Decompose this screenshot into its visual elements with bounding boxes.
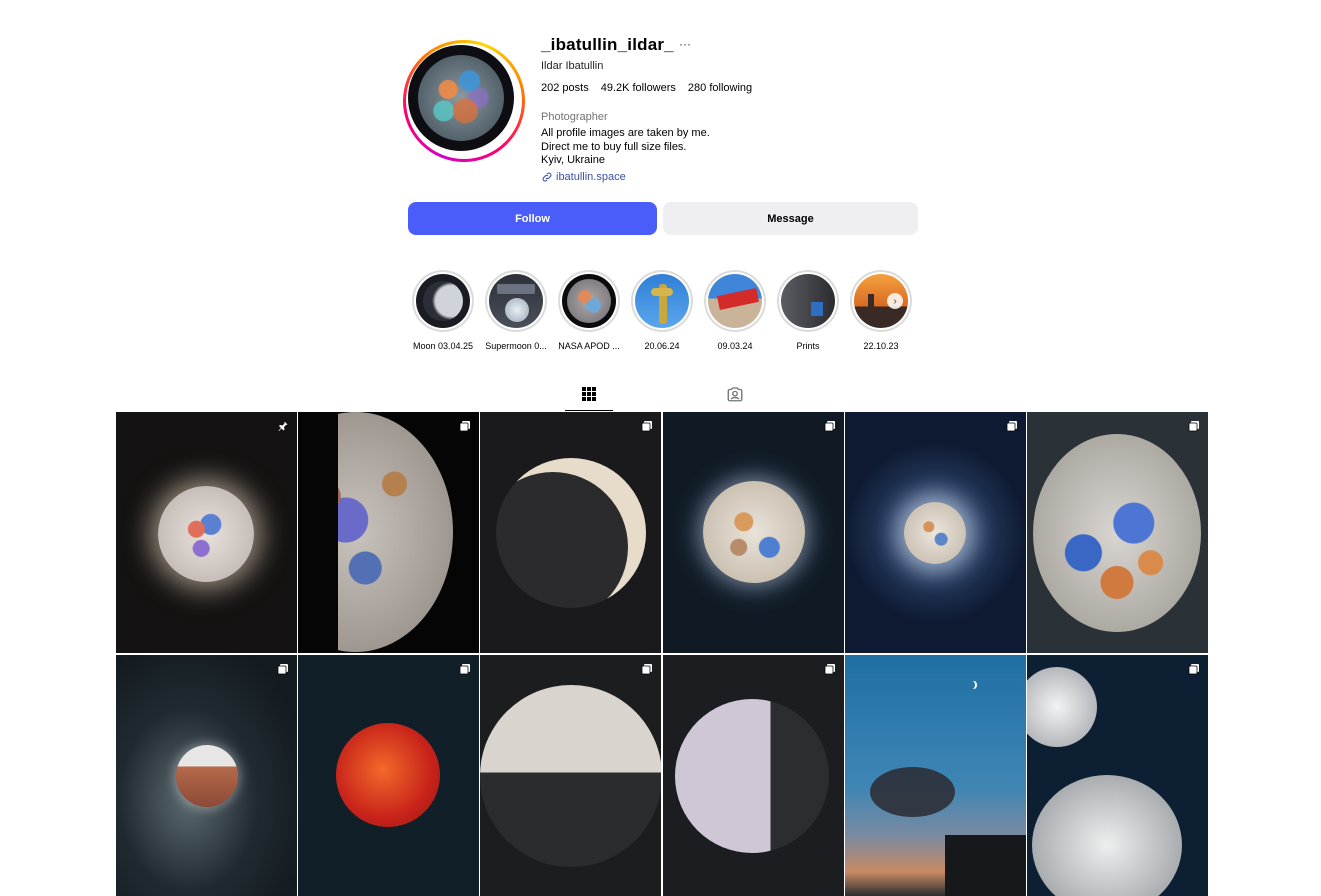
highlight-label: Moon 03.04.25	[412, 341, 474, 351]
carousel-icon	[459, 664, 471, 675]
highlight-label: 20.06.24	[644, 341, 680, 351]
follow-button[interactable]: Follow	[408, 202, 657, 235]
post-thumbnail[interactable]	[298, 412, 480, 653]
bio-line: Direct me to buy full size files.	[541, 140, 687, 153]
carousel-icon	[642, 664, 653, 675]
grid-icon	[582, 387, 596, 401]
highlight-label: 22.10.23	[863, 341, 899, 351]
post-thumbnail[interactable]	[298, 655, 480, 896]
highlight-label: Prints	[796, 341, 820, 351]
carousel-icon	[1188, 664, 1199, 675]
carousel-icon	[277, 664, 288, 675]
highlight-item[interactable]: Supermoon 0...	[485, 270, 547, 351]
tab-tagged[interactable]	[711, 382, 759, 412]
story-highlights: Moon 03.04.25 Supermoon 0... NASA APOD .…	[412, 270, 912, 351]
highlight-cover	[562, 274, 616, 328]
highlight-item[interactable]: 20.06.24	[631, 270, 693, 351]
bio-line: Kyiv, Ukraine	[541, 154, 605, 166]
profile-link-text: ibatullin.space	[556, 171, 626, 183]
post-thumbnail[interactable]	[1026, 655, 1208, 896]
chevron-right-icon[interactable]: ›	[887, 293, 903, 309]
profile-stats: 202 posts 49.2K followers 280 following	[541, 82, 752, 94]
post-thumbnail[interactable]	[116, 412, 297, 653]
carousel-icon	[459, 421, 471, 432]
more-options-icon[interactable]: ···	[679, 37, 691, 51]
profile-avatar[interactable]	[403, 40, 525, 162]
profile-full-name: Ildar Ibatullin	[541, 60, 604, 72]
post-thumbnail[interactable]	[1026, 412, 1208, 653]
posts-grid	[116, 412, 1208, 896]
highlight-cover	[708, 274, 762, 328]
carousel-icon	[824, 421, 835, 432]
post-thumbnail[interactable]	[662, 655, 844, 896]
pin-icon	[278, 421, 288, 431]
post-thumbnail[interactable]	[844, 655, 1026, 896]
avatar-image	[408, 45, 514, 151]
following-count[interactable]: 280 following	[688, 82, 752, 94]
carousel-icon	[824, 664, 835, 675]
link-icon	[542, 172, 552, 182]
post-thumbnail[interactable]	[480, 412, 662, 653]
post-thumbnail[interactable]	[844, 412, 1026, 653]
highlight-item[interactable]: Prints	[777, 270, 839, 351]
message-button[interactable]: Message	[663, 202, 918, 235]
highlight-item[interactable]: › 22.10.23	[850, 270, 912, 351]
post-thumbnail[interactable]	[480, 655, 662, 896]
tab-posts[interactable]	[565, 382, 613, 411]
post-thumbnail[interactable]	[116, 655, 297, 896]
carousel-icon	[1006, 421, 1017, 432]
post-thumbnail[interactable]	[662, 412, 844, 653]
highlight-label: Supermoon 0...	[485, 341, 547, 351]
profile-link[interactable]: ibatullin.space	[541, 171, 626, 183]
highlight-cover	[416, 274, 470, 328]
highlight-cover	[635, 274, 689, 328]
highlight-item[interactable]: 09.03.24	[704, 270, 766, 351]
carousel-icon	[1188, 421, 1199, 432]
highlight-cover	[489, 274, 543, 328]
profile-category: Photographer	[541, 111, 608, 123]
profile-bio: All profile images are taken by me. Dire…	[541, 127, 710, 168]
highlight-cover	[781, 274, 835, 328]
followers-count[interactable]: 49.2K followers	[601, 82, 676, 94]
tagged-icon	[727, 387, 743, 402]
highlight-item[interactable]: NASA APOD ...	[558, 270, 620, 351]
posts-count: 202 posts	[541, 82, 589, 94]
profile-username: _ibatullin_ildar_	[541, 35, 674, 54]
bio-line: All profile images are taken by me.	[541, 127, 710, 139]
highlight-label: 09.03.24	[717, 341, 753, 351]
highlight-label: NASA APOD ...	[558, 341, 620, 351]
carousel-icon	[642, 421, 653, 432]
highlight-item[interactable]: Moon 03.04.25	[412, 270, 474, 351]
